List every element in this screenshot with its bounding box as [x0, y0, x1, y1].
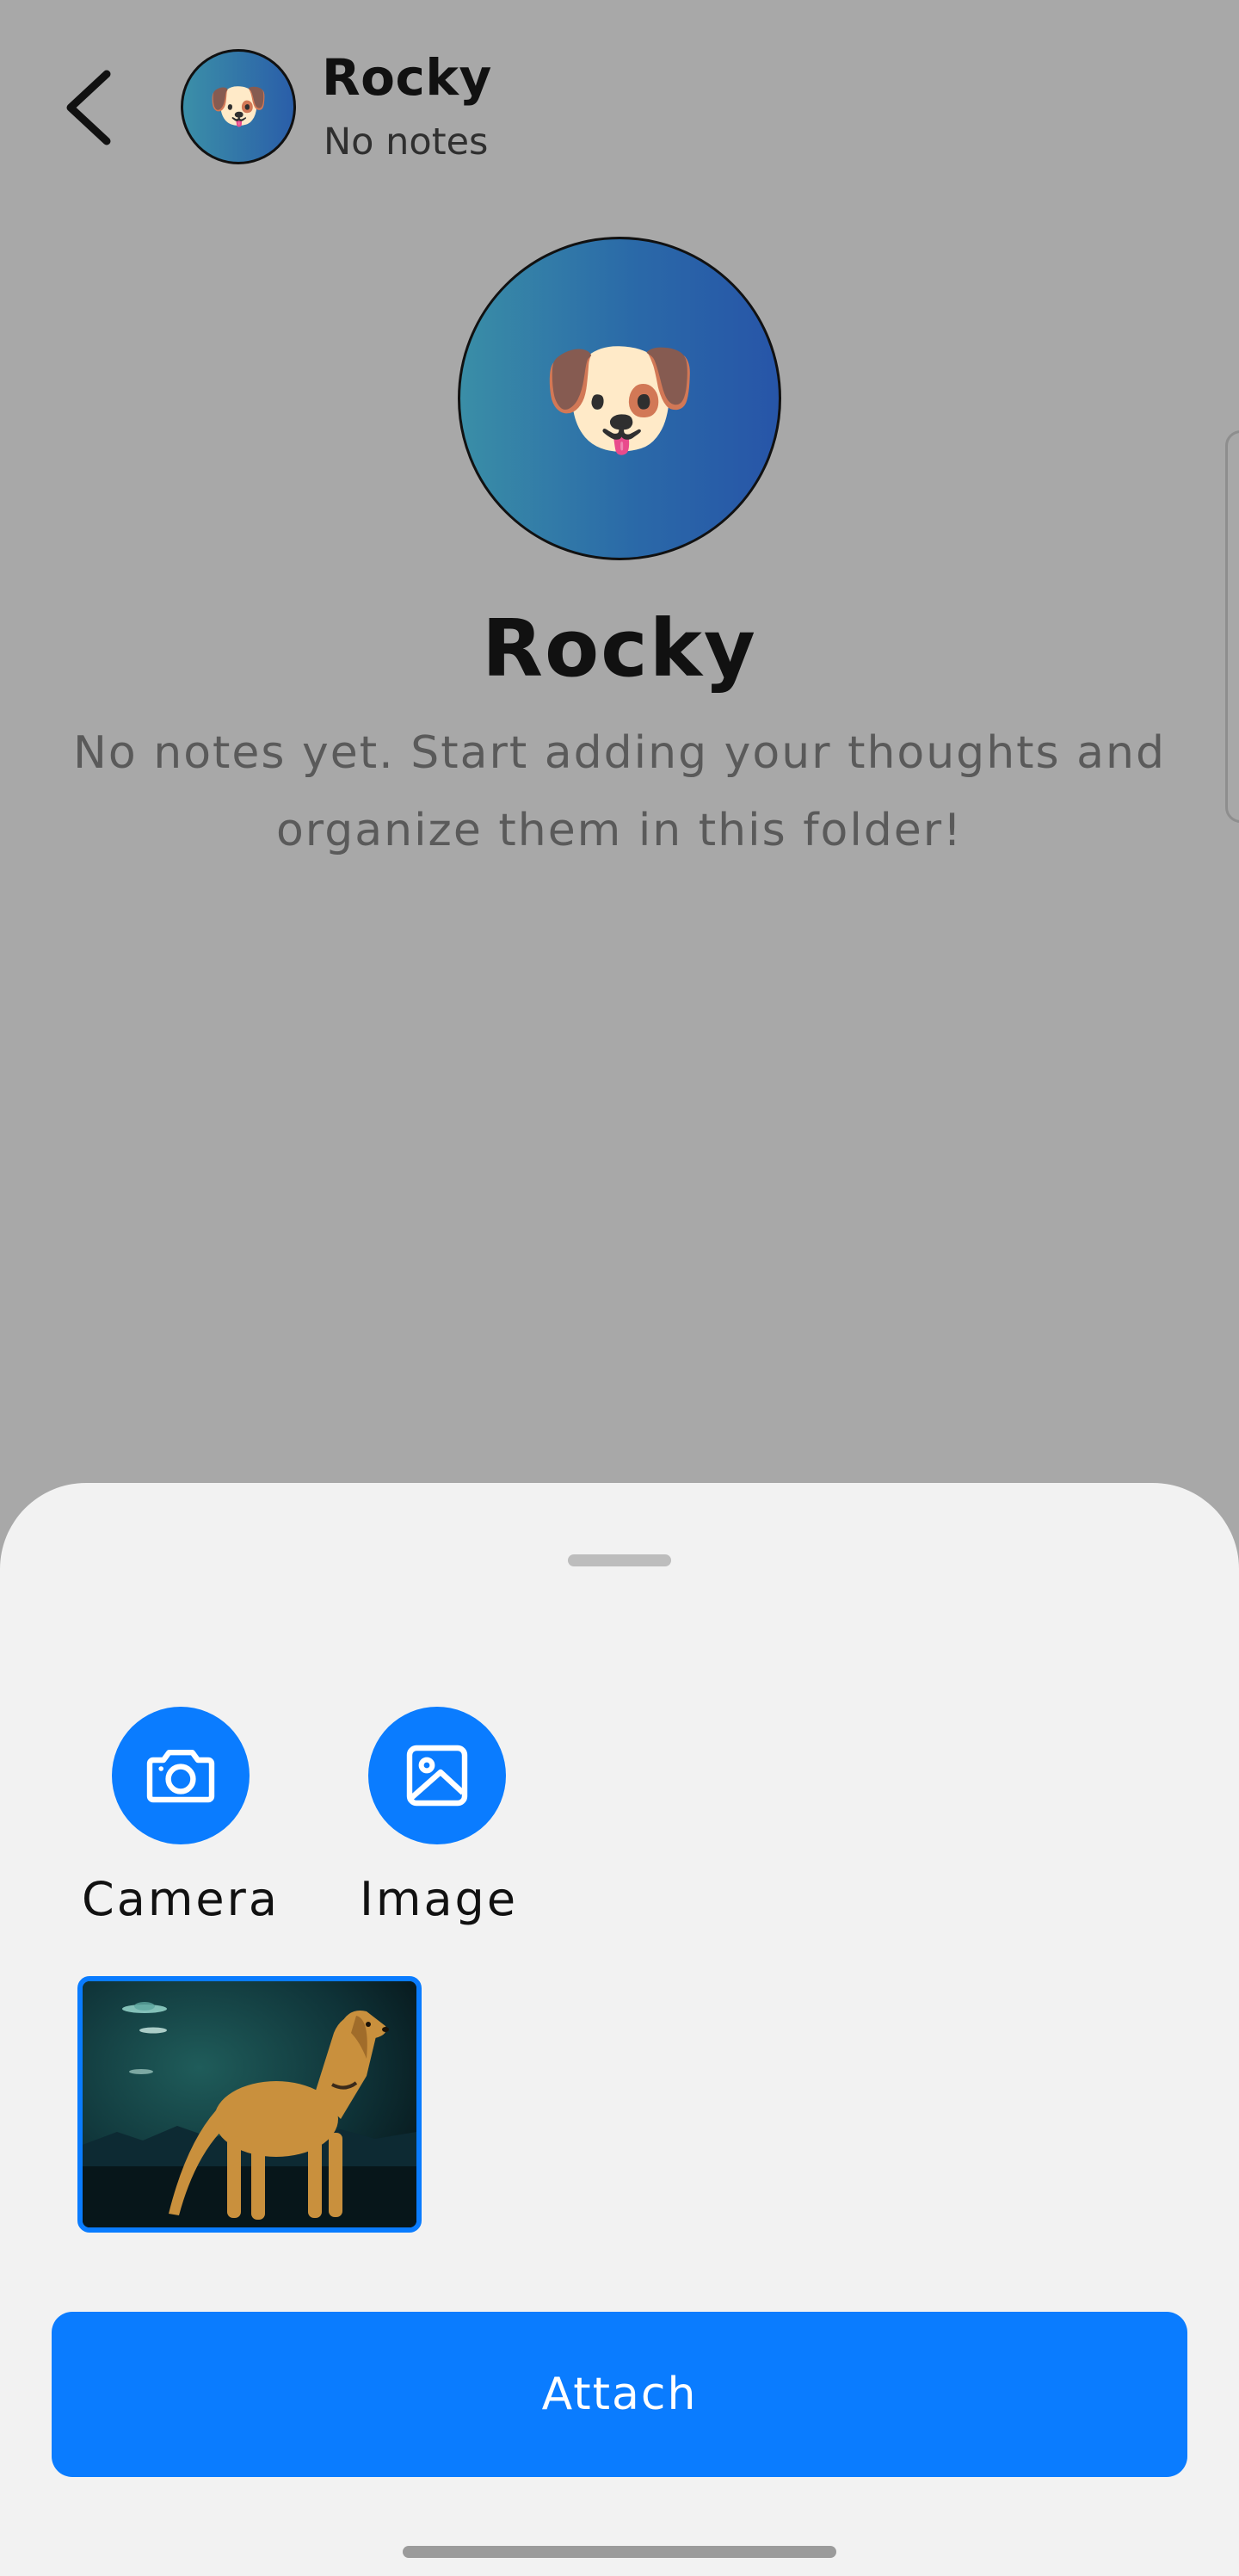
image-label: Image [359, 1872, 519, 1926]
folder-avatar-large: 🐶 [458, 237, 781, 560]
header-title: Rocky [322, 48, 492, 107]
camera-icon [146, 1750, 215, 1803]
dog-photo-image [83, 1981, 416, 2227]
empty-state-line: organize them in this folder! [275, 805, 964, 856]
scroll-indicator [1225, 430, 1239, 823]
folder-avatar-small: 🐶 [181, 49, 296, 164]
selected-photo-thumbnail[interactable] [77, 1976, 422, 2233]
folder-title: Rocky [482, 602, 757, 695]
chevron-left-icon [66, 70, 111, 145]
back-button[interactable] [52, 60, 120, 155]
image-button[interactable] [368, 1707, 506, 1844]
camera-label: Camera [82, 1872, 280, 1926]
home-indicator [403, 2546, 836, 2558]
empty-state-text: No notes yet. Start adding your thoughts… [69, 714, 1170, 869]
header-subtitle: No notes [324, 120, 489, 164]
attach-button[interactable]: Attach [52, 2312, 1187, 2477]
image-icon [406, 1745, 468, 1807]
sheet-drag-handle[interactable] [568, 1554, 671, 1566]
camera-button[interactable] [112, 1707, 250, 1844]
empty-state-line: No notes yet. Start adding your thoughts… [73, 727, 1166, 779]
